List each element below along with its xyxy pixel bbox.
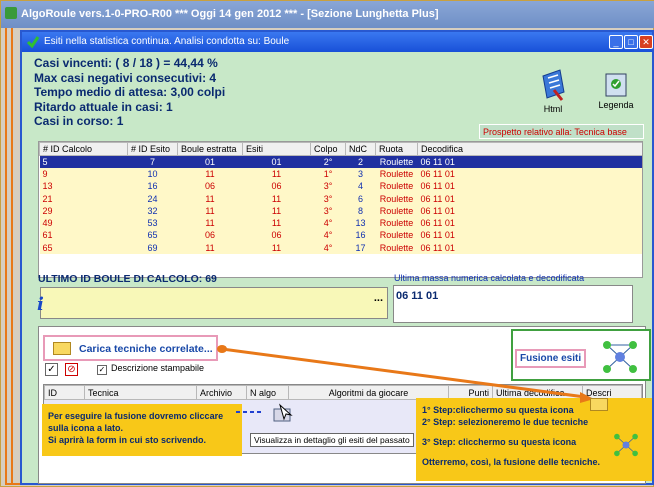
detail-tooltip: Visualizza in dettaglio gli esiti del pa… — [250, 433, 414, 447]
folder-icon-step[interactable] — [590, 398, 608, 411]
arrow-fusion — [221, 347, 586, 399]
molecule-step-icon — [614, 433, 638, 457]
detail-folder-icon[interactable] — [272, 403, 294, 425]
annotation-arrows — [217, 345, 594, 413]
arrow-start-dot — [217, 345, 227, 353]
